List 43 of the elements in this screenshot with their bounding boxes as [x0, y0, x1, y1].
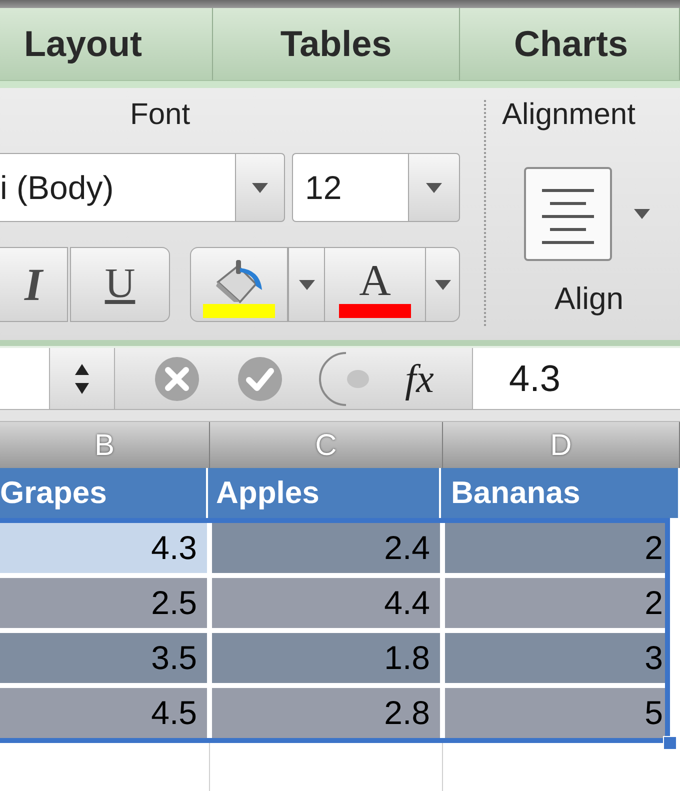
table-cell: 2	[445, 523, 665, 573]
align-icon	[524, 167, 612, 261]
cancel-icon[interactable]	[155, 356, 199, 400]
ribbon-tab[interactable]: Tables	[213, 8, 460, 80]
caret-icon	[634, 209, 650, 219]
up-down-arrows-icon	[75, 364, 89, 394]
italic-button[interactable]: I	[0, 247, 68, 322]
circle-icon[interactable]	[318, 350, 372, 406]
caret-icon	[252, 182, 268, 192]
table-cell: 2.5	[0, 578, 207, 628]
dropdown-button[interactable]	[425, 247, 460, 322]
table-cell: 4.4	[212, 578, 440, 628]
underline-button[interactable]: U	[70, 247, 170, 322]
font-color-button[interactable]: A	[325, 247, 425, 322]
table-cell: 2	[445, 578, 665, 628]
font-size-field[interactable]: 12	[292, 153, 408, 222]
table-cell: 2.8	[212, 688, 440, 738]
fill-color-button[interactable]	[190, 247, 288, 322]
name-box-field[interactable]	[0, 348, 50, 409]
group-title: Font	[130, 96, 190, 132]
table-cell: 1.8	[212, 633, 440, 683]
table-cell: 5	[445, 688, 665, 738]
ribbon-tab[interactable]: Charts	[460, 8, 680, 80]
table-cell: 3	[445, 633, 665, 683]
formula-field[interactable]: 4.3	[472, 348, 680, 409]
dropdown-button[interactable]	[408, 153, 460, 222]
caret-icon	[434, 280, 450, 290]
ribbon-tab[interactable]: Layout	[0, 8, 213, 80]
group-title: Alignment	[502, 96, 636, 132]
function-button[interactable]: fx	[405, 358, 434, 398]
dropdown-button[interactable]	[288, 247, 325, 322]
table-cell: 4.3	[0, 523, 207, 573]
table-cell: 4.5	[0, 688, 207, 738]
caret-icon	[298, 280, 314, 290]
dropdown-button[interactable]	[235, 153, 285, 222]
align-button[interactable]: Align	[524, 167, 654, 314]
caret-icon	[426, 182, 442, 192]
stepper-button[interactable]	[50, 348, 115, 409]
font-name-field[interactable]: i (Body)	[0, 153, 235, 222]
check-icon[interactable]	[238, 356, 282, 400]
fill-handle[interactable]	[663, 736, 677, 750]
table-cell: 3.5	[0, 633, 207, 683]
table-cell: 2.4	[212, 523, 440, 573]
